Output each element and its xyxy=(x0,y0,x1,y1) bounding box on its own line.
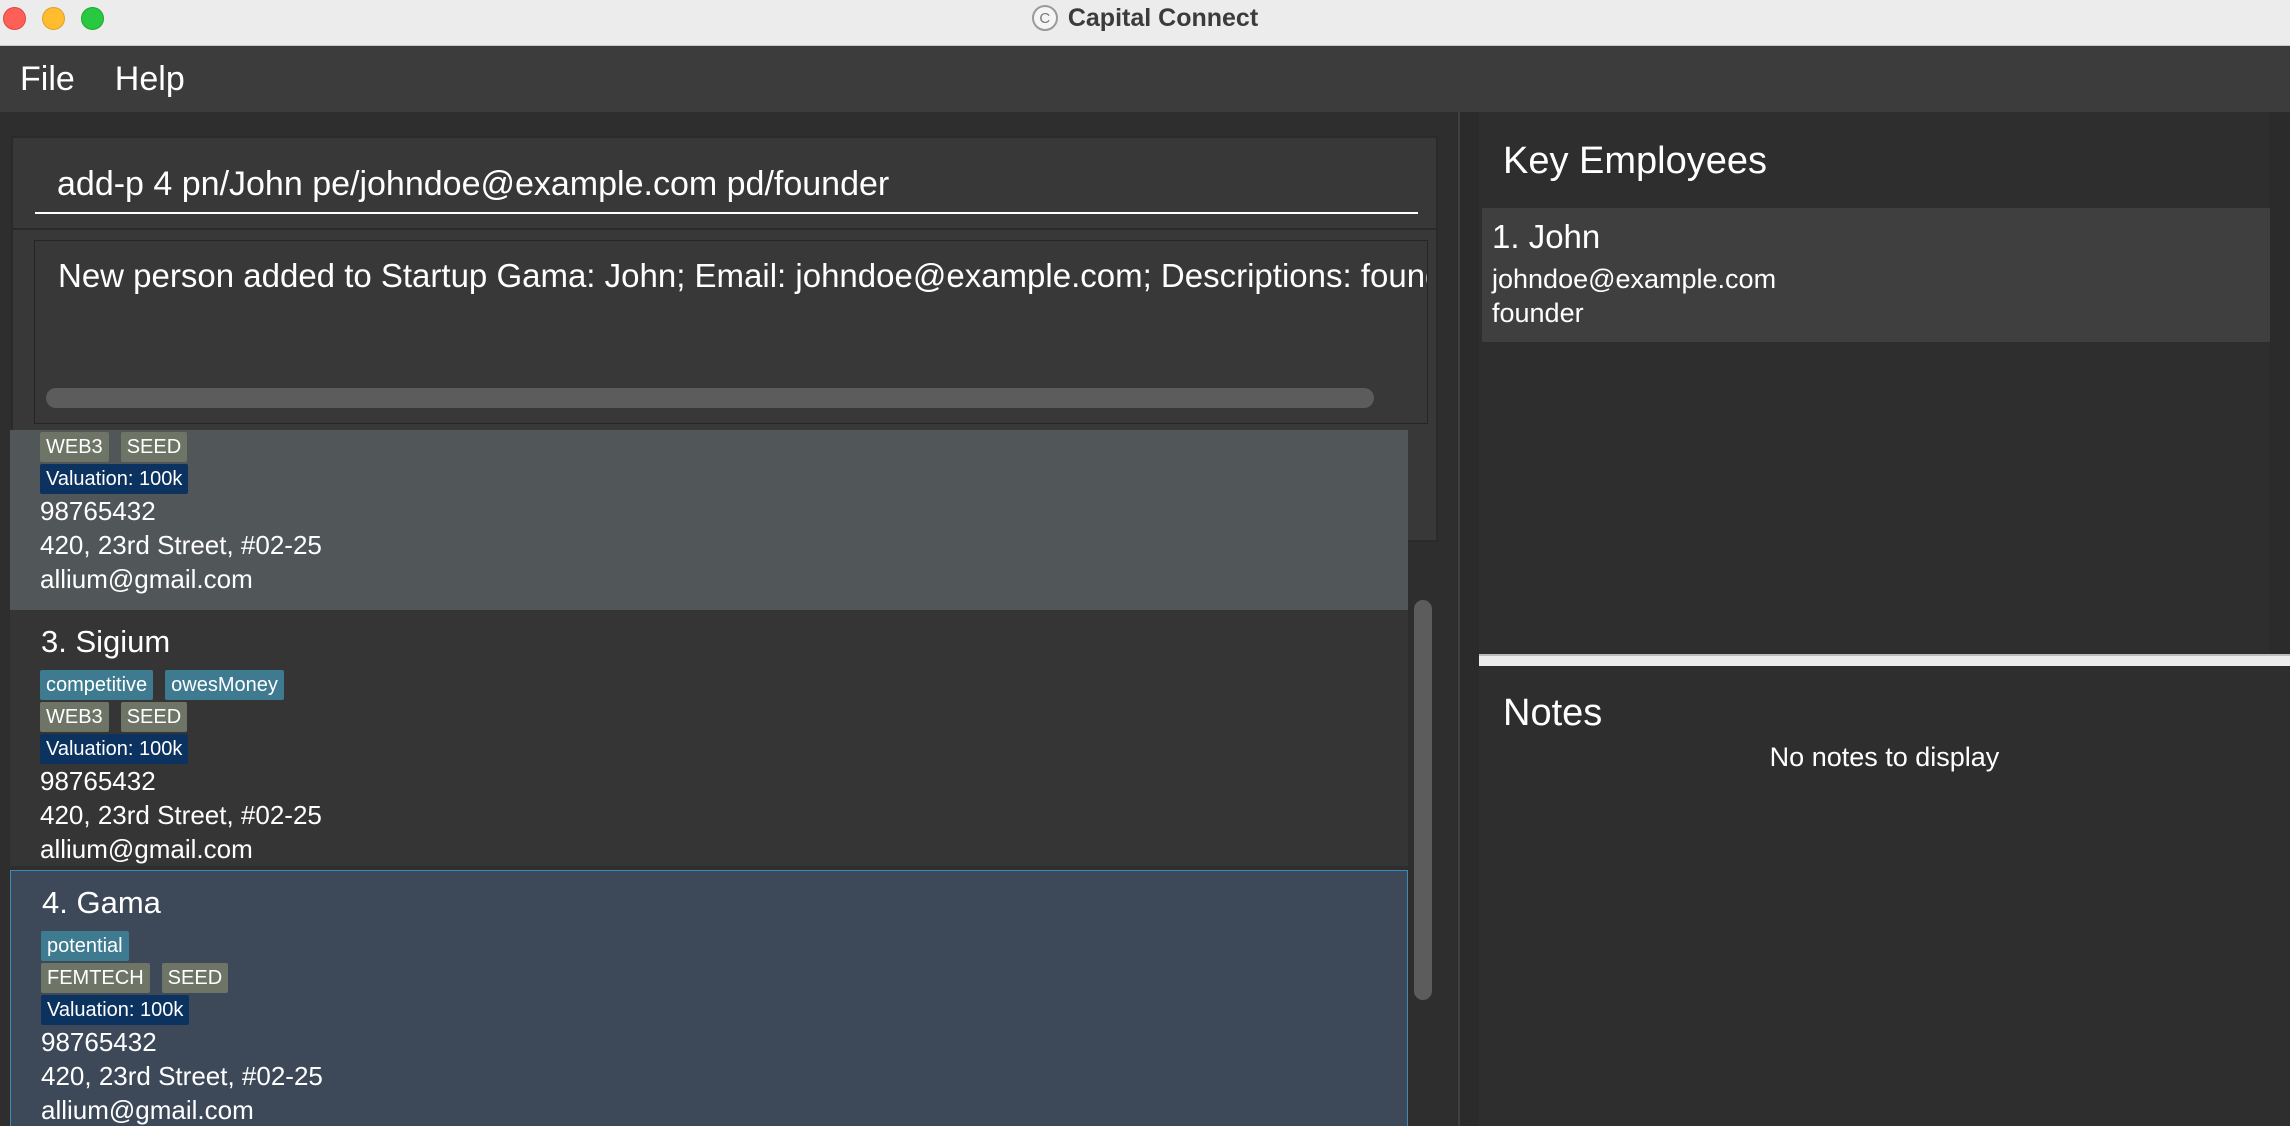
startup-card[interactable]: WEB3 SEED Valuation: 100k 98765432 420, … xyxy=(10,430,1408,610)
key-employees-heading: Key Employees xyxy=(1503,140,1768,182)
startup-email: allium@gmail.com xyxy=(41,1095,254,1125)
menu-file[interactable]: File xyxy=(0,60,95,99)
notes-heading: Notes xyxy=(1503,692,1603,734)
startup-phone: 98765432 xyxy=(40,766,156,796)
command-input[interactable] xyxy=(35,156,1418,214)
employee-card[interactable]: 1. John johndoe@example.com founder xyxy=(1482,208,2270,342)
employee-email: johndoe@example.com xyxy=(1492,264,1777,294)
menu-help[interactable]: Help xyxy=(95,60,205,99)
window-title-bar: C Capital Connect xyxy=(0,0,2290,46)
employee-description: founder xyxy=(1492,298,1584,328)
industry-tag: WEB3 xyxy=(40,432,109,462)
startup-panel: New person added to Startup Gama: John; … xyxy=(0,112,1460,1126)
startup-name: 4. Gama xyxy=(42,885,161,920)
startup-list: WEB3 SEED Valuation: 100k 98765432 420, … xyxy=(10,430,1408,1126)
status-tag: potential xyxy=(41,931,129,961)
startup-address: 420, 23rd Street, #02-25 xyxy=(41,1061,323,1091)
panel-splitter[interactable] xyxy=(1479,654,2290,666)
valuation-tag: Valuation: 100k xyxy=(40,734,189,764)
result-message: New person added to Startup Gama: John; … xyxy=(58,257,1428,294)
valuation-row: Valuation: 100k xyxy=(40,734,189,764)
app-logo-icon: C xyxy=(1031,5,1058,31)
startup-address: 420, 23rd Street, #02-25 xyxy=(40,530,322,560)
startup-email: allium@gmail.com xyxy=(40,834,253,864)
industry-tag: WEB3 xyxy=(40,702,109,732)
startup-card[interactable]: 3. Sigium competitive owesMoney WEB3 SEE… xyxy=(10,610,1408,866)
valuation-tag: Valuation: 100k xyxy=(40,464,189,494)
employee-name: 1. John xyxy=(1492,218,1601,255)
notes-empty-message: No notes to display xyxy=(1769,742,2000,772)
window-title: Capital Connect xyxy=(1067,3,1259,32)
funding-stage-tag: SEED xyxy=(120,702,188,732)
startup-phone: 98765432 xyxy=(40,496,156,526)
industry-tags: WEB3 SEED xyxy=(40,432,188,462)
valuation-tag: Valuation: 100k xyxy=(41,995,190,1025)
industry-tags: FEMTECH SEED xyxy=(41,963,229,993)
panel-divider xyxy=(1460,112,1479,1126)
industry-tag: FEMTECH xyxy=(41,963,150,993)
menu-bar: File Help xyxy=(0,46,2290,112)
status-tag: competitive xyxy=(40,670,154,700)
industry-tags: WEB3 SEED xyxy=(40,702,188,732)
startup-list-scrollbar[interactable] xyxy=(1414,600,1432,1000)
startup-card-selected[interactable]: 4. Gama potential FEMTECH SEED Valuation… xyxy=(10,870,1408,1126)
funding-stage-tag: SEED xyxy=(161,963,229,993)
startup-email: allium@gmail.com xyxy=(40,564,253,594)
startup-phone: 98765432 xyxy=(41,1027,157,1057)
status-tags: competitive owesMoney xyxy=(40,670,284,700)
valuation-row: Valuation: 100k xyxy=(40,464,189,494)
status-tag: owesMoney xyxy=(165,670,284,700)
startup-name: 3. Sigium xyxy=(41,624,171,659)
key-employees-scrollbar-track[interactable] xyxy=(2270,112,2290,654)
notes-panel: Notes No notes to display xyxy=(1479,666,2290,1126)
funding-stage-tag: SEED xyxy=(120,432,188,462)
result-horizontal-scrollbar[interactable] xyxy=(46,388,1374,408)
startup-address: 420, 23rd Street, #02-25 xyxy=(40,800,322,830)
key-employees-panel: Key Employees 1. John johndoe@example.co… xyxy=(1479,112,2290,654)
command-box xyxy=(11,136,1438,238)
status-tags: potential xyxy=(41,931,129,961)
valuation-row: Valuation: 100k xyxy=(41,995,190,1025)
